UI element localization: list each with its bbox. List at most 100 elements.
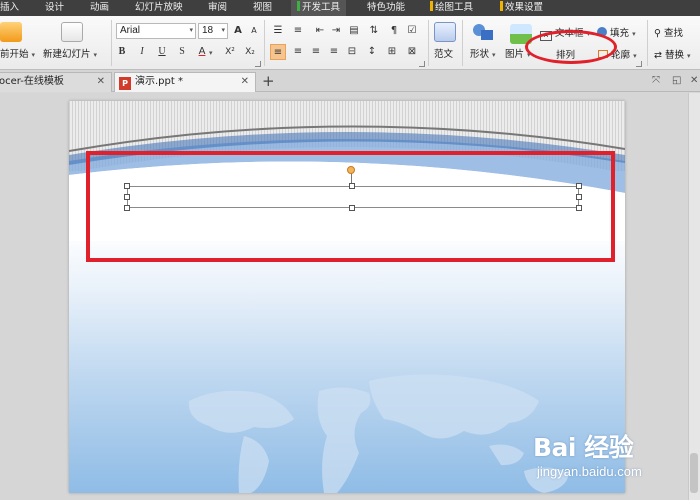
shrink-font-button[interactable]: A [246,23,262,39]
tab-effects-label: 效果设置 [505,2,544,13]
new-slide-icon[interactable] [61,22,83,42]
ribbon-separator [428,20,429,66]
new-slide-button[interactable]: 新建幻灯片 ▾ [43,46,97,60]
shape-icon[interactable] [473,22,495,42]
align-left-button[interactable]: ≡ [270,44,286,60]
underline-button[interactable]: U [154,44,170,60]
close-icon[interactable]: ✕ [241,73,249,91]
from-current-label: 前开始 [0,49,29,60]
chevron-down-icon: ▾ [687,52,691,60]
tab-mark-icon [500,1,503,11]
tab-review[interactable]: 审阅 [208,0,227,16]
smart-layout-icon[interactable]: ⊠ [404,44,420,60]
font-name-value: Arial [120,25,141,36]
font-size-combo[interactable]: 18 ▾ [198,23,228,39]
doc-tab-template[interactable]: ocer-在线模板 ✕ [0,72,112,92]
tab-mark-icon [297,1,300,11]
chevron-down-icon: ▾ [31,51,36,59]
chevron-down-icon: ▾ [632,30,636,38]
close-icon[interactable]: ✕ [97,73,105,91]
text-direction-icon[interactable]: ⇅ [366,23,382,39]
tab-developer[interactable]: 开发工具 [291,0,347,16]
highlight-circle [525,30,617,64]
find-label: 查找 [664,28,684,39]
find-button[interactable]: ⚲ 查找 [654,25,683,39]
ribbon: 前开始 ▾ 新建幻灯片 ▾ Arial ▾ 18 ▾ A A B I U S A ▾… [0,16,700,70]
menu-bar: 插入 设计 动画 幻灯片放映 审阅 视图 开发工具 特色功能 绘图工具 效果设置 [0,0,700,16]
superscript-button[interactable]: X² [222,44,238,60]
font-color-button[interactable]: A [194,44,210,60]
doc-tab-label: ocer-在线模板 [0,76,64,87]
dialog-launcher-icon[interactable] [419,61,425,67]
picture-label: 图片 [505,49,525,60]
distribute-button[interactable]: ⊟ [344,44,360,60]
restore-icon[interactable]: ◱ [672,75,681,86]
font-name-combo[interactable]: Arial ▾ [116,23,196,39]
replace-label: 替换 [665,50,685,61]
new-tab-plus-icon[interactable]: + [262,72,275,90]
column-icon[interactable]: ▤ [346,23,362,39]
italic-button[interactable]: I [134,44,150,60]
shape-button[interactable]: 形状 ▾ [470,46,496,60]
tab-slideshow[interactable]: 幻灯片放映 [135,0,183,16]
slideshow-icon[interactable] [0,22,22,42]
tab-drawing-tools[interactable]: 绘图工具 [430,0,473,16]
justify-button[interactable]: ≡ [326,44,342,60]
tab-view[interactable]: 视图 [253,0,272,16]
tab-animation[interactable]: 动画 [90,0,109,16]
dialog-launcher-icon[interactable] [255,61,261,67]
dialog-launcher-icon[interactable] [636,61,642,67]
baidu-logo: Bai 经验 [533,433,634,462]
ribbon-separator [462,20,463,66]
template-icon[interactable] [434,22,456,42]
strike-button[interactable]: S [174,44,190,60]
bullet-list-icon[interactable]: ☰ [270,23,286,39]
align-center-button[interactable]: ≡ [290,44,306,60]
subscript-button[interactable]: X₂ [242,44,258,60]
ribbon-separator [647,20,648,66]
numbered-list-icon[interactable]: ≡ [290,23,306,39]
pin-icon[interactable]: ⤧ [652,75,660,86]
template-button[interactable]: 范文 [434,46,453,60]
vertical-align-icon[interactable]: ⊞ [384,44,400,60]
highlight-rectangle [86,151,615,262]
replace-button[interactable]: ⇄ 替换 ▾ [654,47,691,61]
paragraph-icon[interactable]: ¶ [386,23,402,39]
tab-special[interactable]: 特色功能 [367,0,405,16]
align-right-button[interactable]: ≡ [308,44,324,60]
fill-label: 填充 [610,28,630,39]
increase-indent-icon[interactable]: ⇥ [328,23,344,39]
doc-tab-presentation[interactable]: P 演示.ppt * ✕ [114,72,256,92]
tab-design[interactable]: 设计 [45,0,64,16]
tab-developer-label: 开发工具 [302,2,341,13]
bold-button[interactable]: B [114,44,130,60]
chevron-down-icon: ▾ [492,51,496,59]
doc-tab-label: 演示.ppt * [135,76,183,87]
tab-drawing-tools-label: 绘图工具 [435,2,474,13]
document-tab-bar: ocer-在线模板 ✕ P 演示.ppt * ✕ + ⤧ ◱ ✕ [0,70,700,92]
watermark-url: jingyan.baidu.com [537,464,642,479]
replace-icon: ⇄ [654,50,662,61]
grow-font-button[interactable]: A [230,23,246,39]
ribbon-separator [111,20,112,66]
tab-effects[interactable]: 效果设置 [500,0,543,16]
line-spacing-icon[interactable]: ↕ [364,44,380,60]
checkbox-icon[interactable]: ☑ [404,23,420,39]
font-size-value: 18 [202,25,214,36]
new-slide-label: 新建幻灯片 [43,49,91,60]
baidu-watermark: Bai 经验 jingyan.baidu.com [533,420,700,500]
chevron-down-icon: ▾ [221,27,225,34]
find-icon: ⚲ [654,28,661,39]
decrease-indent-icon[interactable]: ⇤ [312,23,328,39]
chevron-down-icon: ▾ [189,27,193,34]
chevron-down-icon: ▾ [633,52,637,60]
tab-insert[interactable]: 插入 [0,0,19,16]
chevron-down-icon: ▾ [93,51,98,59]
close-icon[interactable]: ✕ [690,75,698,86]
ribbon-separator [264,20,265,66]
tab-mark-icon [430,1,433,11]
shape-label: 形状 [470,49,490,60]
from-current-button[interactable]: 前开始 ▾ [0,46,35,60]
chevron-down-icon[interactable]: ▾ [209,49,213,57]
ppt-file-icon: P [119,77,131,90]
